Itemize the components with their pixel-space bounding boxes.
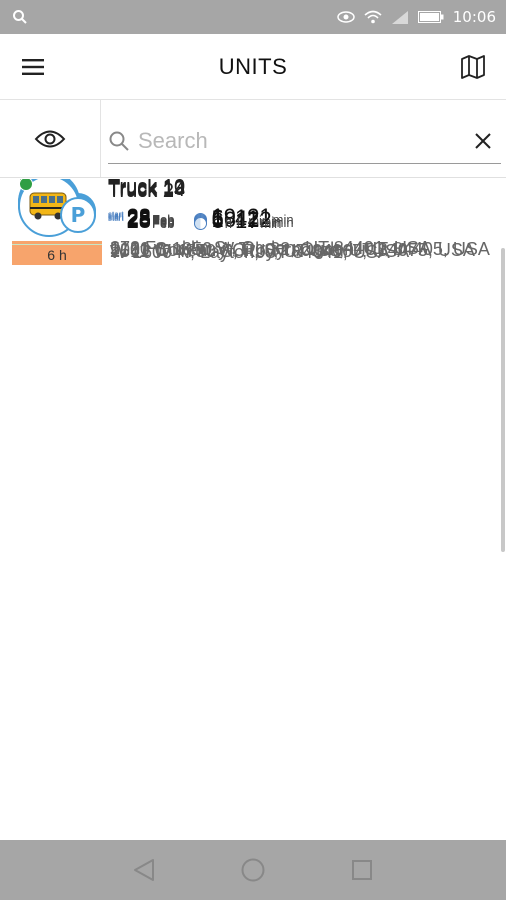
scrollbar[interactable] bbox=[501, 248, 505, 552]
signal-icon bbox=[391, 11, 408, 24]
hours-unit: h bbox=[224, 216, 232, 231]
start-month: Feb bbox=[152, 216, 175, 231]
status-bar: 10:06 bbox=[0, 0, 506, 34]
unit-avatar: P bbox=[18, 179, 98, 241]
eye-icon bbox=[34, 130, 66, 147]
duration-minutes: 17 bbox=[234, 208, 260, 233]
minutes-unit: min bbox=[260, 216, 282, 231]
last-message-age-badge: 6 h bbox=[12, 245, 102, 265]
menu-button[interactable] bbox=[0, 34, 66, 100]
start-label: start bbox=[108, 214, 124, 223]
app-bar: UNITS bbox=[0, 34, 506, 100]
search-icon bbox=[109, 131, 129, 151]
clock-icon bbox=[194, 216, 208, 230]
wifi-icon bbox=[364, 10, 382, 24]
status-time: 10:06 bbox=[452, 8, 496, 26]
back-icon[interactable] bbox=[133, 858, 155, 882]
hamburger-icon bbox=[22, 58, 44, 75]
units-list[interactable]: P 19 h Truck 10 start 28 Feb 19 h 21 min… bbox=[0, 179, 506, 840]
recents-icon[interactable] bbox=[351, 859, 373, 881]
duration-hours: 6 bbox=[211, 208, 224, 233]
system-nav-bar bbox=[0, 840, 506, 900]
search-input[interactable] bbox=[130, 127, 465, 154]
eye-icon bbox=[337, 11, 355, 23]
unit-address: W 1600 N, Layton, UT 84041, USA bbox=[110, 242, 390, 262]
battery-icon bbox=[417, 11, 444, 23]
parking-icon: P bbox=[60, 197, 96, 233]
unit-name: Truck 2 bbox=[108, 180, 174, 202]
search-icon bbox=[13, 10, 27, 24]
page-title: UNITS bbox=[218, 53, 288, 79]
close-icon bbox=[475, 132, 491, 149]
home-icon[interactable] bbox=[240, 857, 266, 883]
map-button[interactable] bbox=[440, 34, 506, 100]
start-day: 28 bbox=[126, 208, 152, 233]
search-box bbox=[108, 118, 501, 164]
visibility-toggle-button[interactable] bbox=[0, 100, 101, 177]
clear-search-button[interactable] bbox=[465, 123, 501, 159]
search-row bbox=[0, 100, 506, 178]
unit-stats: start 28 Feb 6 h 17 min bbox=[108, 208, 281, 238]
map-icon bbox=[461, 54, 485, 79]
